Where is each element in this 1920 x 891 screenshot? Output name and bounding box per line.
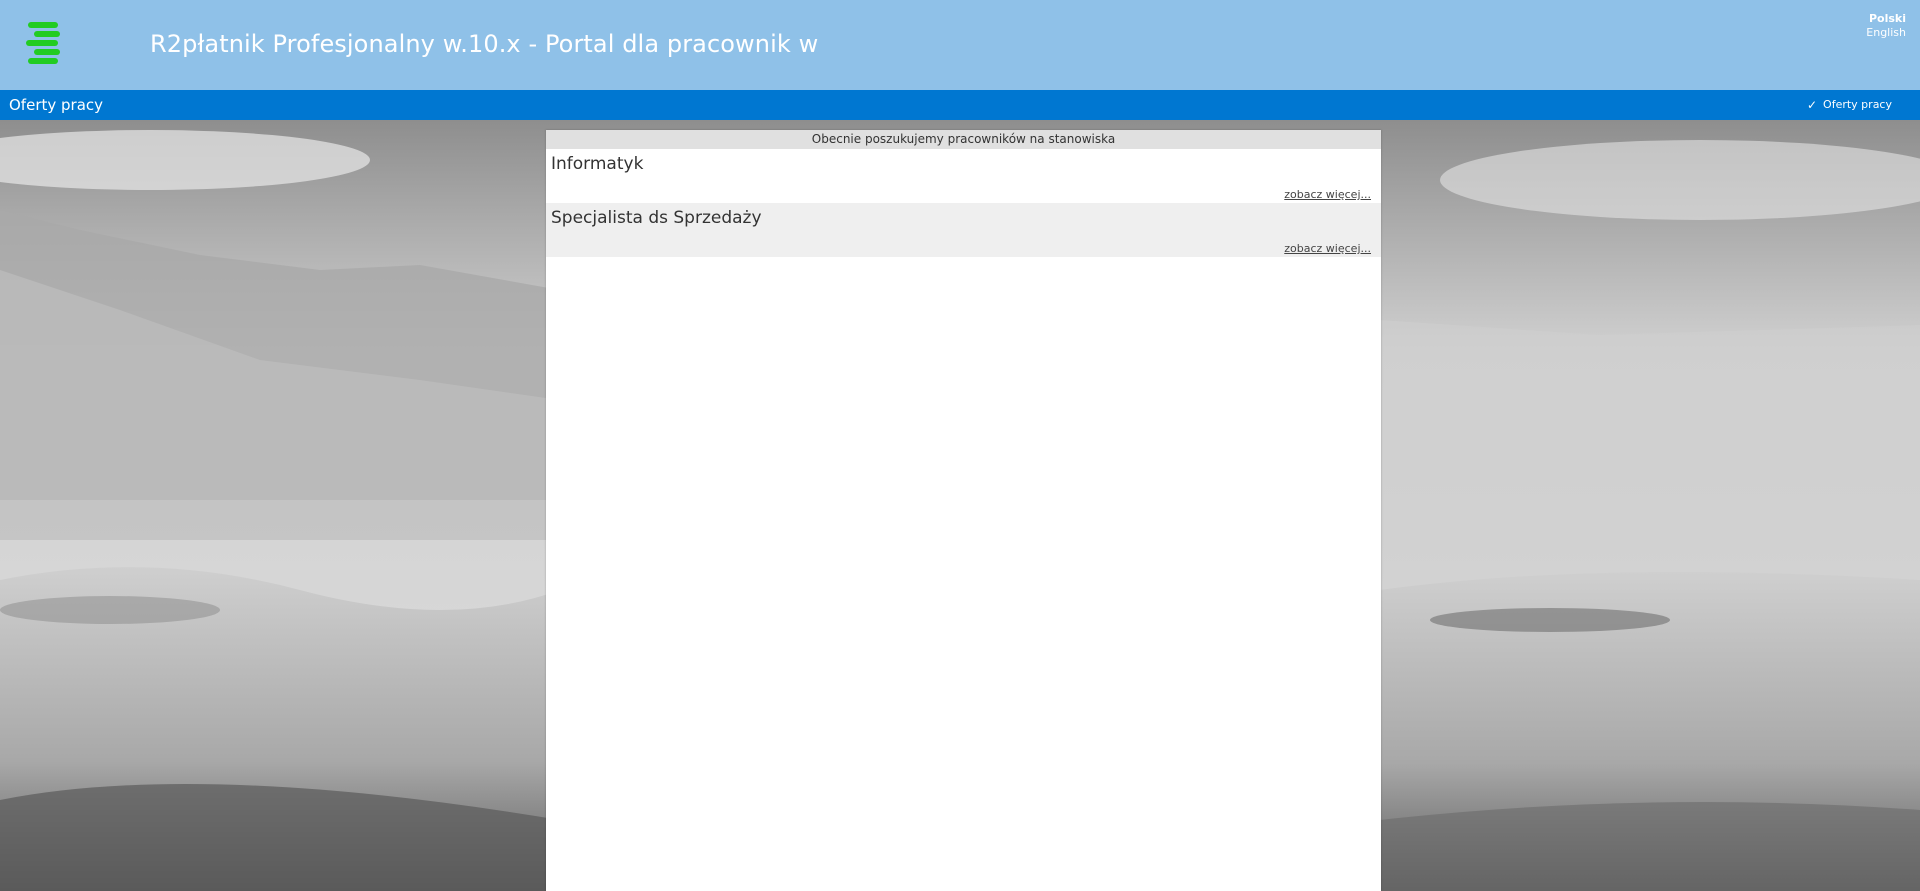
nav-item-job-offers[interactable]: ✓ Oferty pracy <box>1807 98 1892 111</box>
job-title: Informatyk <box>551 154 644 174</box>
language-switcher: Polski English <box>1866 12 1906 40</box>
check-icon: ✓ <box>1806 97 1818 112</box>
see-more-link[interactable]: zobacz więcej... <box>1284 242 1371 255</box>
language-option-polski[interactable]: Polski <box>1866 12 1906 26</box>
nav-bar: Oferty pracy ✓ Oferty pracy <box>0 90 1920 120</box>
see-more-link[interactable]: zobacz więcej... <box>1284 188 1371 201</box>
panel-heading: Obecnie poszukujemy pracowników na stano… <box>546 130 1381 149</box>
stacked-bars-logo-icon <box>24 20 68 66</box>
job-offer-item: Specjalista ds Sprzedaży zobacz więcej..… <box>546 203 1381 257</box>
page-title: Oferty pracy <box>9 96 104 114</box>
app-header: R2płatnik Profesjonalny w.10.x - Portal … <box>0 0 1920 90</box>
app-title: R2płatnik Profesjonalny w.10.x - Portal … <box>150 30 819 58</box>
language-option-english[interactable]: English <box>1866 26 1906 40</box>
job-offers-panel: Obecnie poszukujemy pracowników na stano… <box>546 130 1381 891</box>
nav-item-label: Oferty pracy <box>1823 98 1892 111</box>
job-title: Specjalista ds Sprzedaży <box>551 208 762 228</box>
job-offer-item: Informatyk zobacz więcej... <box>546 149 1381 203</box>
